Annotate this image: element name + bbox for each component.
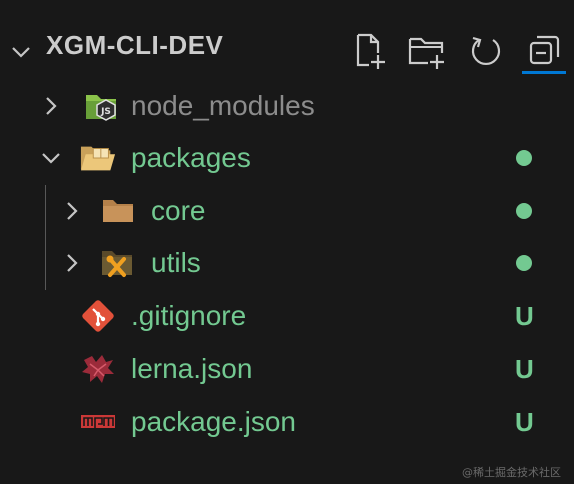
tree-item-label: utils bbox=[151, 247, 201, 278]
modified-dot bbox=[516, 150, 532, 166]
chevron-down-icon[interactable] bbox=[10, 41, 32, 63]
tree-item-label: .gitignore bbox=[131, 300, 247, 331]
untracked-badge: U bbox=[515, 354, 534, 384]
new-folder-icon bbox=[408, 37, 444, 69]
untracked-badge: U bbox=[515, 407, 534, 437]
new-file-icon bbox=[356, 33, 385, 69]
nodejs-folder-icon: JS bbox=[84, 88, 120, 124]
tree-item-label: package.json bbox=[131, 406, 297, 437]
lerna-icon bbox=[80, 351, 116, 387]
new-file-button[interactable] bbox=[348, 28, 392, 74]
tree-item-label: packages bbox=[131, 142, 251, 173]
tree-item-lerna-json[interactable]: lerna.json U bbox=[0, 343, 574, 395]
tree-item-label: core bbox=[151, 195, 206, 226]
npm-icon bbox=[80, 404, 116, 440]
refresh-button[interactable] bbox=[464, 28, 508, 74]
tree-item-core[interactable]: core bbox=[0, 185, 574, 237]
collapse-all-button[interactable] bbox=[522, 28, 566, 74]
folder-icon bbox=[100, 193, 136, 229]
refresh-icon bbox=[471, 36, 501, 65]
chevron-down-icon bbox=[42, 153, 60, 164]
package-folder-open-icon bbox=[80, 140, 116, 176]
collapse-all-icon bbox=[529, 35, 560, 64]
explorer-actions bbox=[348, 28, 566, 78]
chevron-right-icon bbox=[67, 254, 78, 272]
tree-item-node-modules[interactable]: JS node_modules bbox=[0, 80, 574, 132]
tree-item-packages[interactable]: packages bbox=[0, 132, 574, 184]
watermark: @稀土掘金技术社区 bbox=[462, 466, 561, 479]
modified-dot bbox=[516, 203, 532, 219]
tree-item-package-json[interactable]: package.json U bbox=[0, 396, 574, 448]
untracked-badge: U bbox=[515, 301, 534, 331]
explorer-header: XGM-CLI-DEV bbox=[0, 0, 574, 80]
tree-item-label: node_modules bbox=[131, 90, 315, 121]
utils-folder-icon bbox=[100, 245, 136, 281]
svg-text:JS: JS bbox=[100, 107, 111, 117]
tree-item-gitignore[interactable]: .gitignore U bbox=[0, 290, 574, 342]
git-icon bbox=[80, 298, 116, 334]
explorer-title: XGM-CLI-DEV bbox=[46, 30, 224, 60]
modified-dot bbox=[516, 255, 532, 271]
chevron-right-icon bbox=[46, 97, 57, 115]
tree-item-utils[interactable]: utils bbox=[0, 237, 574, 289]
new-folder-button[interactable] bbox=[406, 28, 450, 74]
tree-item-label: lerna.json bbox=[131, 353, 253, 384]
chevron-right-icon bbox=[67, 202, 78, 220]
